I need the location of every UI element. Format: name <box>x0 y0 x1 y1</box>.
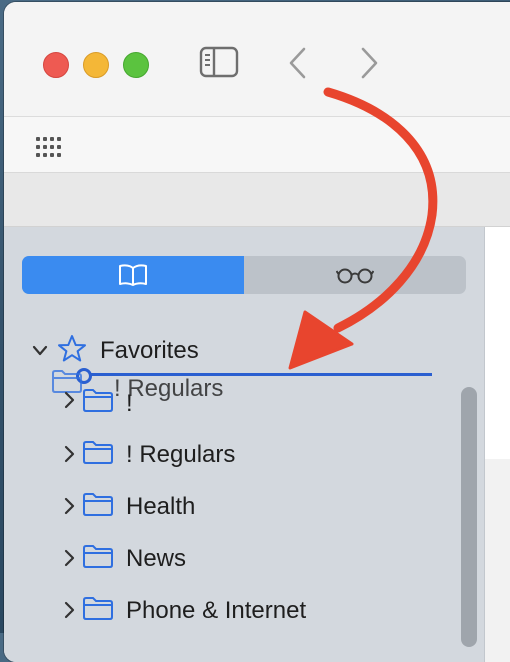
folder-icon <box>83 493 113 516</box>
folder-icon <box>83 597 113 620</box>
back-chevron-icon[interactable] <box>286 46 310 80</box>
close-window-button[interactable] <box>43 52 69 78</box>
forward-chevron-icon[interactable] <box>357 46 381 80</box>
sidebar-toggle-icon[interactable] <box>199 45 239 79</box>
chevron-right-icon[interactable] <box>61 390 77 410</box>
star-icon <box>58 335 86 362</box>
bookmarks-sidebar: Favorites ! Regulars ! ! Regulars Health <box>4 227 485 662</box>
favorites-bar <box>4 117 510 173</box>
zoom-window-button[interactable] <box>123 52 149 78</box>
reading-list-tab[interactable] <box>244 256 466 294</box>
chevron-down-icon[interactable] <box>32 341 48 361</box>
page-content <box>485 227 510 459</box>
bookmarks-tab[interactable] <box>22 256 244 294</box>
minimize-window-button[interactable] <box>83 52 109 78</box>
chevron-right-icon[interactable] <box>61 600 77 620</box>
folder-label: ! Regulars <box>126 441 236 468</box>
sidebar-scrollbar[interactable] <box>461 387 477 647</box>
chevron-right-icon[interactable] <box>61 548 77 568</box>
page-content-lower <box>485 459 510 662</box>
folder-label: ! <box>126 390 133 417</box>
folder-icon <box>83 545 113 568</box>
folder-icon <box>83 389 113 412</box>
toolbar <box>4 2 510 117</box>
folder-label: Phone & Internet <box>126 597 307 624</box>
sidebar-segmented-control <box>22 256 466 294</box>
chevron-right-icon[interactable] <box>61 444 77 464</box>
glasses-icon <box>336 268 374 284</box>
chevron-right-icon[interactable] <box>61 496 77 516</box>
tab-bar <box>4 173 510 227</box>
book-icon <box>119 264 147 286</box>
folder-icon <box>83 441 113 464</box>
folder-label: News <box>126 545 187 572</box>
grid-icon[interactable] <box>35 136 63 158</box>
folder-label: Health <box>126 493 196 520</box>
safari-window: Favorites ! Regulars ! ! Regulars Health <box>4 2 510 662</box>
favorites-label: Favorites <box>100 337 199 364</box>
